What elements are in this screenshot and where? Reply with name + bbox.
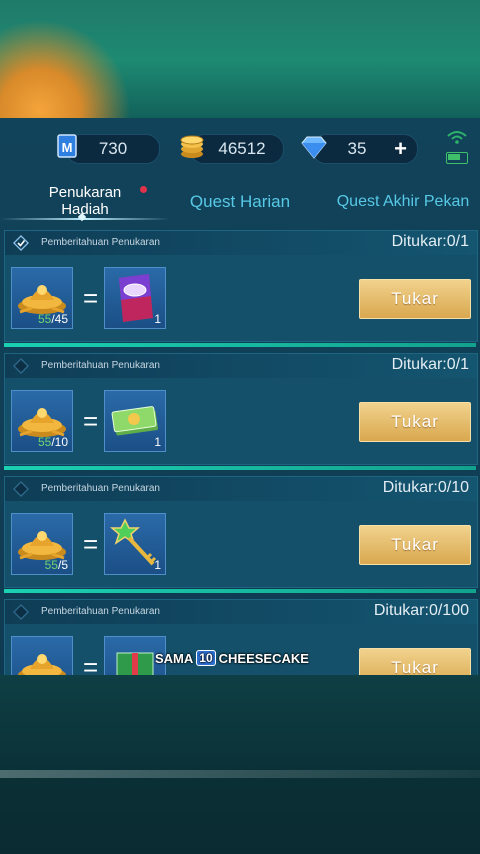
cost-count: 55/10 — [37, 435, 68, 449]
bottom-background — [0, 675, 480, 854]
tukar-button[interactable]: Tukar — [359, 279, 471, 319]
equals-sign: = — [83, 529, 99, 559]
redeem-count: Ditukar:0/10 — [382, 479, 469, 496]
notice-label: Pemberitahuan Penukaran — [41, 483, 160, 494]
card-header: Pemberitahuan Penukaran Ditukar:0/10 — [5, 477, 477, 501]
bottom-strip — [0, 770, 480, 778]
token-icon: M — [57, 134, 77, 158]
equals-sign: = — [83, 283, 99, 313]
card-header: Pemberitahuan Penukaran Ditukar:0/100 — [5, 600, 477, 624]
tab-label-line1: Penukaran — [48, 184, 122, 201]
battery-icon — [446, 152, 468, 164]
diamond-icon — [301, 136, 327, 159]
tab-penukaran-hadiah[interactable]: Penukaran Hadiah — [30, 184, 140, 218]
reward-item-slot[interactable]: 1 — [104, 390, 166, 452]
notification-dot — [140, 186, 147, 193]
reward-count: 1 — [154, 312, 161, 326]
exchange-panel: M 730 46512 35 + Penukaran Hadiah Quest … — [0, 118, 480, 675]
gold-coin-icon — [180, 135, 204, 158]
notice-unchecked-icon[interactable] — [13, 358, 29, 374]
notice-label: Pemberitahuan Penukaran — [41, 360, 160, 371]
token-counter: M 730 — [57, 134, 160, 164]
notice-unchecked-icon[interactable] — [13, 481, 29, 497]
card-header: Pemberitahuan Penukaran Ditukar:0/1 — [5, 354, 477, 378]
reward-count: 1 — [154, 558, 161, 572]
exchange-card: Pemberitahuan Penukaran Ditukar:0/1 55/4… — [4, 230, 478, 342]
cost-count: 55/45 — [37, 312, 68, 326]
active-tab-indicator — [0, 218, 170, 220]
redeem-count: Ditukar:0/1 — [391, 233, 469, 250]
add-diamond-button[interactable]: + — [394, 136, 407, 162]
gold-counter: 46512 — [180, 134, 284, 164]
video-caption: SAMA 10 CHEESECAKE — [155, 649, 309, 667]
reward-item-slot[interactable]: 1 — [104, 267, 166, 329]
notice-label: Pemberitahuan Penukaran — [41, 606, 160, 617]
wifi-icon — [447, 131, 467, 144]
tukar-button[interactable]: Tukar — [359, 525, 471, 565]
card-divider — [4, 589, 476, 593]
caption-part1: SAMA — [155, 650, 194, 666]
caption-number: 10 — [196, 650, 216, 666]
cost-item-slot[interactable] — [11, 636, 73, 675]
reward-item-slot[interactable]: 1 — [104, 513, 166, 575]
cost-count: 55/5 — [44, 558, 68, 572]
svg-text:M: M — [62, 140, 73, 155]
cost-item-slot[interactable]: 55/10 — [11, 390, 73, 452]
tukar-button[interactable]: Tukar — [359, 648, 471, 675]
background-scene — [0, 0, 480, 120]
notice-label: Pemberitahuan Penukaran — [41, 237, 160, 248]
redeem-count: Ditukar:0/1 — [391, 356, 469, 373]
card-header: Pemberitahuan Penukaran Ditukar:0/1 — [5, 231, 477, 255]
notice-checked-icon[interactable] — [13, 235, 29, 251]
card-divider — [4, 343, 476, 347]
exchange-card: Pemberitahuan Penukaran Ditukar:0/1 55/1… — [4, 353, 478, 465]
tukar-button[interactable]: Tukar — [359, 402, 471, 442]
equals-sign: = — [83, 406, 99, 436]
cost-item-slot[interactable]: 55/5 — [11, 513, 73, 575]
cost-item-slot[interactable]: 55/45 — [11, 267, 73, 329]
equals-sign: = — [83, 652, 99, 675]
diamond-counter: 35 + — [301, 134, 418, 164]
notice-unchecked-icon[interactable] — [13, 604, 29, 620]
caption-part2: CHEESECAKE — [218, 650, 309, 666]
golden-ufo-token-icon — [18, 654, 66, 675]
card-divider — [4, 466, 476, 470]
reward-count: 1 — [154, 435, 161, 449]
tab-quest-harian[interactable]: Quest Harian — [180, 192, 300, 212]
exchange-card: Pemberitahuan Penukaran Ditukar:0/10 55/… — [4, 476, 478, 588]
tab-quest-akhir-pekan[interactable]: Quest Akhir Pekan — [328, 193, 478, 211]
redeem-count: Ditukar:0/100 — [373, 602, 469, 619]
